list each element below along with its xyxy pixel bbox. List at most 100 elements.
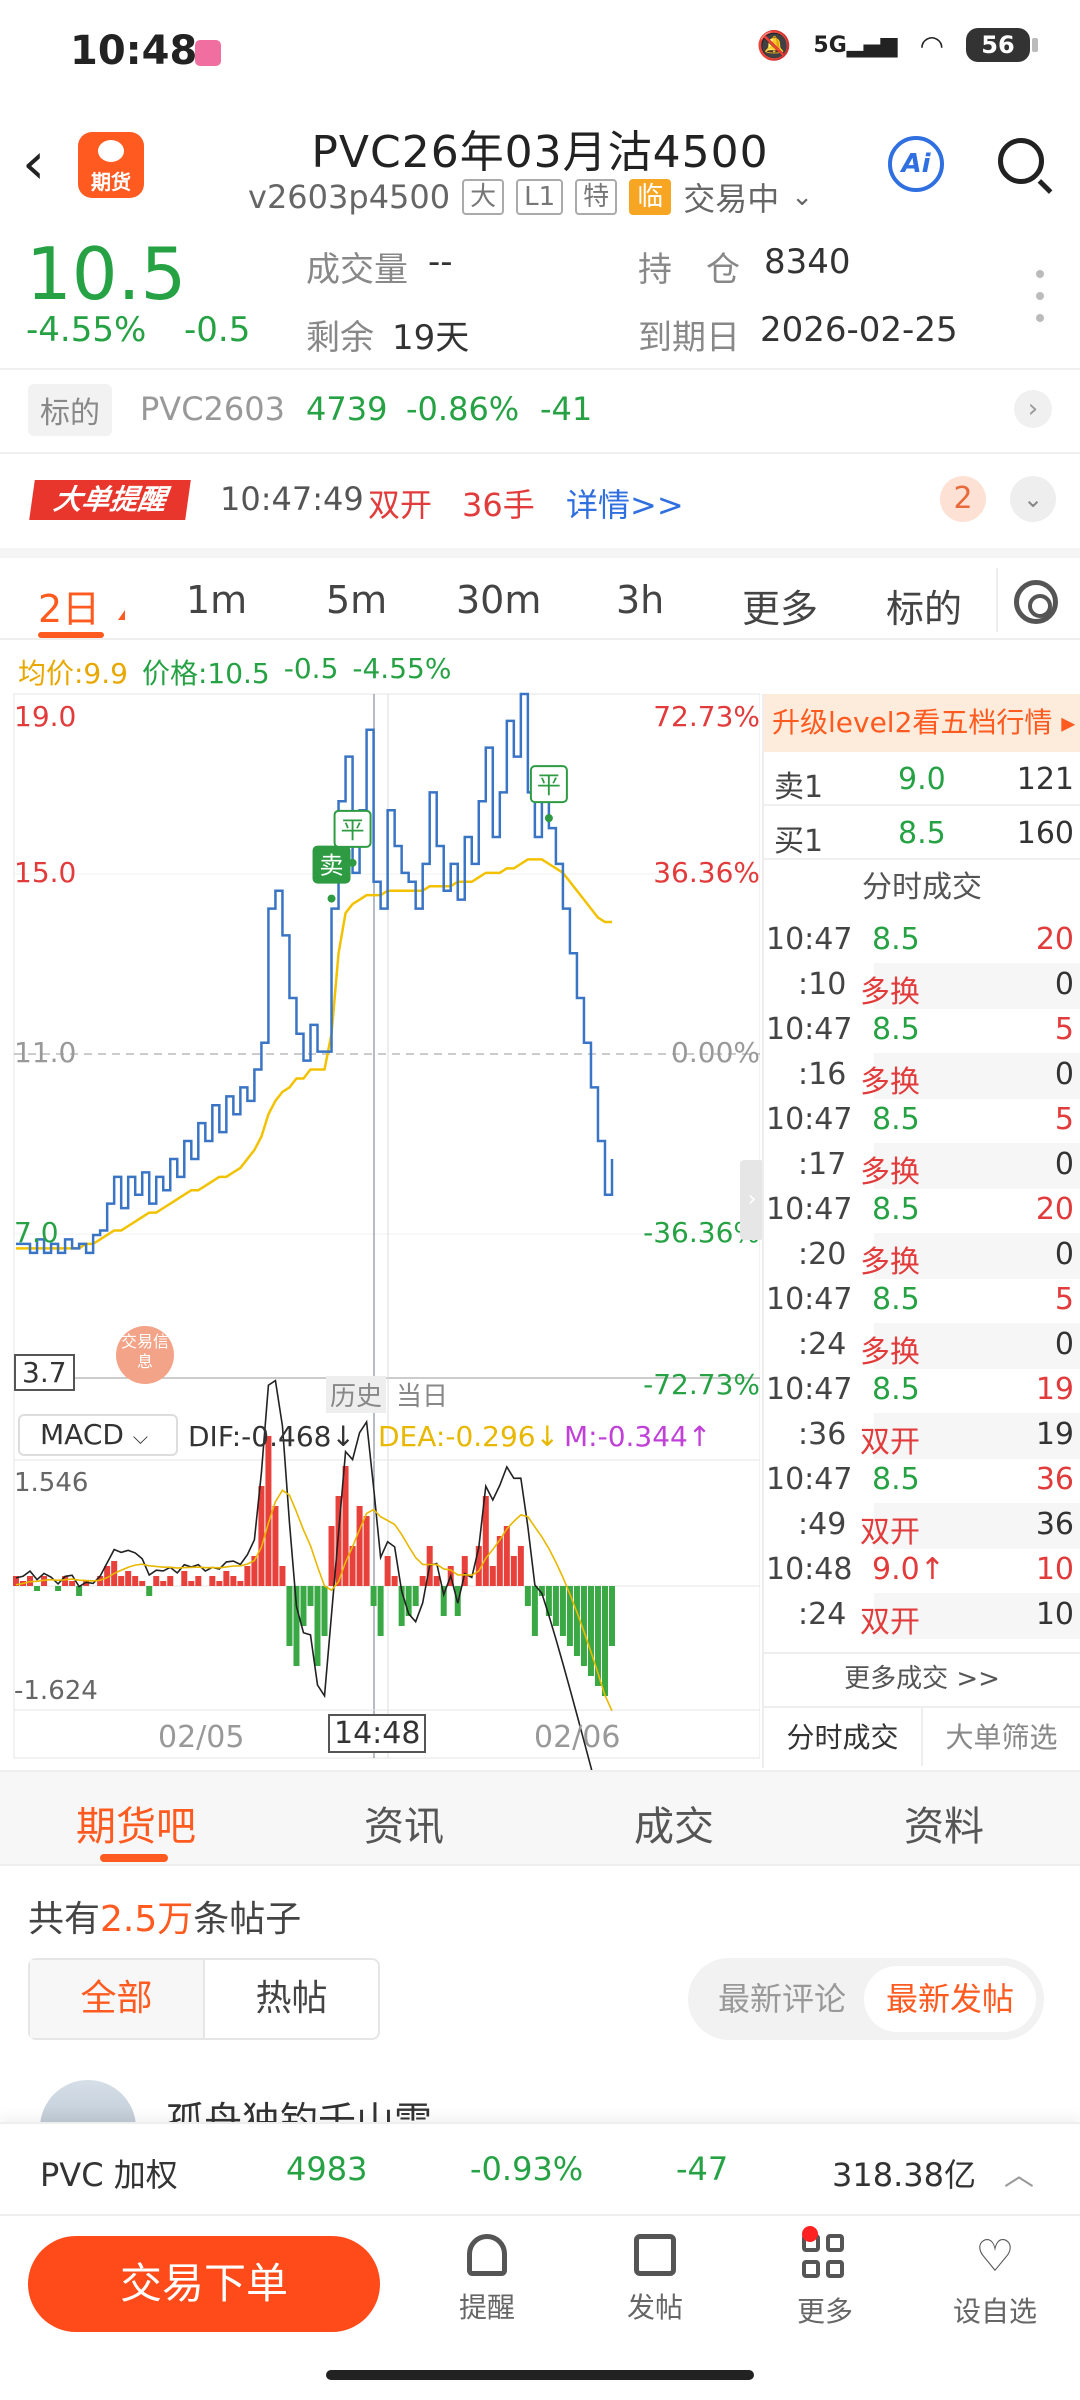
signal-icon: 5G▂▄▆ xyxy=(813,32,898,58)
macd-bar xyxy=(601,1586,608,1696)
tick-type: 多换 xyxy=(860,1065,920,1100)
tab-tick-trades[interactable]: 分时成交 xyxy=(764,1708,921,1766)
divider xyxy=(996,568,998,632)
macd-min: -1.624 xyxy=(14,1676,98,1706)
nav-post[interactable]: 发帖 xyxy=(600,2234,710,2326)
tick-type: 双开 xyxy=(860,1605,920,1640)
tab-trades[interactable]: 成交 xyxy=(634,1794,714,1852)
upgrade-level2-banner[interactable]: 升级level2看五档行情 ▸ xyxy=(764,694,1080,752)
tick-price: 8.5 xyxy=(872,1282,920,1317)
alert-detail-link[interactable]: 详情>> xyxy=(566,480,684,526)
macd-bar xyxy=(412,1586,419,1606)
search-icon[interactable] xyxy=(998,138,1044,184)
x-label-0206: 02/06 xyxy=(534,1720,621,1755)
macd-bar xyxy=(209,1576,216,1586)
macd-bar xyxy=(307,1586,314,1606)
marker-label: 卖 xyxy=(320,852,344,880)
low-price-box: 3.7 xyxy=(14,1354,75,1391)
tab-big-order-filter[interactable]: 大单筛选 xyxy=(921,1708,1080,1766)
avg-price: 均价:9.9 xyxy=(18,657,128,690)
macd-bar xyxy=(69,1581,76,1586)
ai-icon[interactable]: Ai xyxy=(888,136,944,192)
nav-watchlist[interactable]: ♡ 设自选 xyxy=(940,2234,1050,2330)
more-ticks-link[interactable]: 更多成交 >> xyxy=(764,1652,1080,1702)
macd-bar xyxy=(609,1586,615,1646)
alert-qty: 36手 xyxy=(462,486,535,524)
posts-section: 共有2.5万条帖子 全部 热帖 最新评论 最新发帖 孤舟独钓千山雪 xyxy=(0,1870,1080,2176)
bottom-ticker[interactable]: PVC 加权 4983 -0.93% -47 318.38亿 ︿ xyxy=(0,2122,1080,2214)
tab-1m[interactable]: 1m xyxy=(186,578,247,622)
tick-price: 8.5 xyxy=(872,922,920,957)
grid-icon xyxy=(802,2226,848,2280)
tick-tabs: 分时成交 大单筛选 xyxy=(764,1706,1080,1766)
sort-latest-post[interactable]: 最新发帖 xyxy=(864,1966,1037,2032)
community-tabs: 期货吧 资讯 成交 资料 xyxy=(0,1770,1080,1866)
tab-30m[interactable]: 30m xyxy=(456,578,541,622)
today-label[interactable]: 当日 xyxy=(396,1376,448,1413)
trade-info-badge[interactable]: 交易信息 xyxy=(116,1326,174,1384)
tick-type: 多换 xyxy=(860,1155,920,1190)
trade-order-button[interactable]: 交易下单 xyxy=(28,2236,380,2332)
big-order-alert[interactable]: 大单提醒 10:47:49 双开 36手 详情>> 2 ⌄ xyxy=(0,456,1080,542)
tick-price: 8.5 xyxy=(872,1462,920,1497)
edit-icon xyxy=(634,2234,676,2276)
battery-icon: 56 xyxy=(966,28,1038,62)
tick-panel: 升级level2看五档行情 ▸ 卖1 9.0 121 买1 8.5 160 分时… xyxy=(762,694,1080,1768)
gear-icon[interactable] xyxy=(1014,580,1058,624)
macd-bar xyxy=(132,1576,139,1586)
remaining-value: 19天 xyxy=(392,318,470,358)
macd-select[interactable]: MACD ⌵ xyxy=(18,1414,178,1456)
ticker-pct: -0.93% xyxy=(470,2150,584,2188)
chevron-up-icon[interactable]: ︿ xyxy=(1004,2150,1034,2194)
tick-oi-change: 10 xyxy=(1035,1597,1074,1632)
tab-more[interactable]: 更多 xyxy=(742,578,818,633)
intraday-chart[interactable]: 卖平卖平 19.0 15.0 11.0 7.0 72.73% 36.36% 0.… xyxy=(0,631,764,1824)
macd-bar xyxy=(279,1566,286,1586)
tab-5m[interactable]: 5m xyxy=(326,578,387,622)
nav-more[interactable]: 更多 xyxy=(770,2226,880,2330)
bid-label: 买1 xyxy=(774,824,824,859)
period-tabs: 2日 1m 5m 30m 3h 更多 标的 xyxy=(0,548,1080,640)
nav-remind[interactable]: 提醒 xyxy=(432,2234,542,2326)
macd-bar xyxy=(160,1581,167,1586)
tab-futures-bar[interactable]: 期货吧 xyxy=(76,1794,196,1852)
info-pct: -4.55% xyxy=(352,652,452,685)
more-vertical-icon[interactable] xyxy=(1036,270,1044,330)
macd-bar xyxy=(146,1586,153,1596)
tick-time: 10:47 xyxy=(766,1462,853,1497)
tick-seconds: :49 xyxy=(798,1507,847,1542)
sort-latest-comment[interactable]: 最新评论 xyxy=(696,1966,868,2032)
tick-time: 10:47 xyxy=(766,922,853,957)
tab-news[interactable]: 资讯 xyxy=(364,1794,444,1852)
macd-bar xyxy=(356,1506,363,1586)
history-label[interactable]: 历史 xyxy=(326,1376,387,1413)
tab-2d[interactable]: 2日 xyxy=(38,578,100,633)
tick-row: 10:47 8.5 36 xyxy=(764,1458,1080,1503)
chevron-right-icon[interactable]: › xyxy=(1014,390,1052,428)
tab-underlying[interactable]: 标的 xyxy=(886,578,962,633)
tick-type: 双开 xyxy=(860,1515,920,1550)
macd-bar xyxy=(524,1586,531,1606)
tick-row-detail: :10 多换 0 xyxy=(764,963,1080,1010)
filter-all[interactable]: 全部 xyxy=(30,1960,205,2038)
price-change: -0.5 xyxy=(184,310,251,350)
tick-row-detail: :49 双开 36 xyxy=(764,1503,1080,1550)
bottom-nav: 交易下单 提醒 发帖 更多 ♡ 设自选 xyxy=(0,2214,1080,2354)
tab-3h[interactable]: 3h xyxy=(616,578,664,622)
status-icons: 🔕 5G▂▄▆ ◠ 56 xyxy=(757,28,1038,62)
chevron-down-icon[interactable]: ⌄ xyxy=(1010,476,1056,522)
header: ‹ 期货 PVC26年03月沽4500 v2603p4500 大 L1 特 临 … xyxy=(0,100,1080,230)
filter-hot[interactable]: 热帖 xyxy=(205,1960,378,2038)
tab-info[interactable]: 资料 xyxy=(904,1794,984,1852)
tick-volume: 36 xyxy=(1035,1462,1074,1497)
bid-row: 买1 8.5 160 xyxy=(764,806,1080,860)
macd-bar xyxy=(573,1586,580,1656)
underlying-row[interactable]: 标的 PVC2603 4739 -0.86% -41 › xyxy=(0,372,1080,452)
x-label-0205: 02/05 xyxy=(158,1720,245,1755)
collapse-handle[interactable]: › xyxy=(740,1160,764,1240)
tick-type: 双开 xyxy=(860,1425,920,1460)
tick-row: 10:48 9.0↑ 10 xyxy=(764,1548,1080,1593)
contract-subline[interactable]: v2603p4500 大 L1 特 临 交易中 ⌄ xyxy=(248,174,813,220)
last-price: 10.5 xyxy=(26,232,187,316)
tick-time: 10:47 xyxy=(766,1372,853,1407)
